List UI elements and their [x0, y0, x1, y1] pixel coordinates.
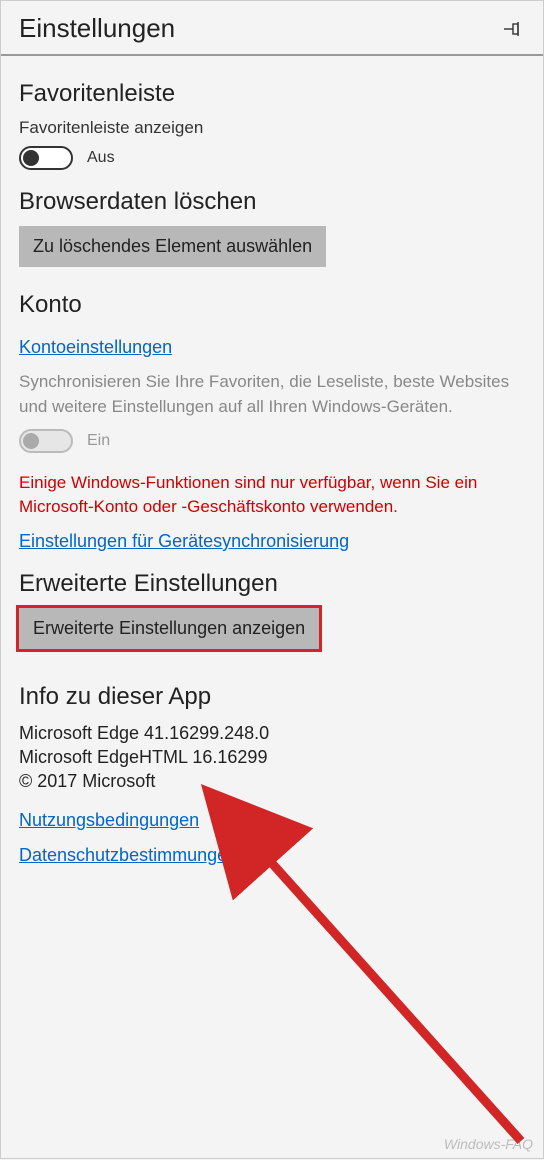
- about-edge-version: Microsoft Edge 41.16299.248.0: [19, 721, 525, 745]
- sync-toggle: [19, 429, 73, 453]
- sync-toggle-row: Ein: [19, 429, 525, 453]
- terms-link[interactable]: Nutzungsbedingungen: [19, 810, 199, 831]
- favorites-toggle-state: Aus: [87, 149, 115, 167]
- advanced-heading: Erweiterte Einstellungen: [19, 570, 525, 598]
- sync-toggle-state: Ein: [87, 432, 110, 450]
- advanced-settings-button[interactable]: Erweiterte Einstellungen anzeigen: [19, 608, 319, 649]
- favorites-toggle[interactable]: [19, 146, 73, 170]
- pin-icon[interactable]: [503, 18, 525, 40]
- about-heading: Info zu dieser App: [19, 683, 525, 711]
- account-settings-link[interactable]: Kontoeinstellungen: [19, 337, 172, 358]
- account-heading: Konto: [19, 291, 525, 319]
- about-edgehtml-version: Microsoft EdgeHTML 16.16299: [19, 745, 525, 769]
- watermark: Windows-FAQ: [444, 1136, 533, 1152]
- about-info: Microsoft Edge 41.16299.248.0 Microsoft …: [19, 721, 525, 794]
- device-sync-link[interactable]: Einstellungen für Gerätesynchronisierung: [19, 531, 349, 552]
- sync-description: Synchronisieren Sie Ihre Favoriten, die …: [19, 370, 525, 419]
- favorites-heading: Favoritenleiste: [19, 80, 525, 108]
- settings-content: Favoritenleiste Favoritenleiste anzeigen…: [1, 56, 543, 884]
- page-title: Einstellungen: [19, 13, 175, 44]
- account-warning: Einige Windows-Funktionen sind nur verfü…: [19, 471, 525, 519]
- privacy-link[interactable]: Datenschutzbestimmungen: [19, 845, 237, 866]
- about-copyright: © 2017 Microsoft: [19, 769, 525, 793]
- settings-header: Einstellungen: [1, 1, 543, 56]
- favorites-toggle-row: Aus: [19, 146, 525, 170]
- favorites-toggle-label: Favoritenleiste anzeigen: [19, 118, 525, 138]
- clear-browserdata-button[interactable]: Zu löschendes Element auswählen: [19, 226, 326, 267]
- browserdata-heading: Browserdaten löschen: [19, 188, 525, 216]
